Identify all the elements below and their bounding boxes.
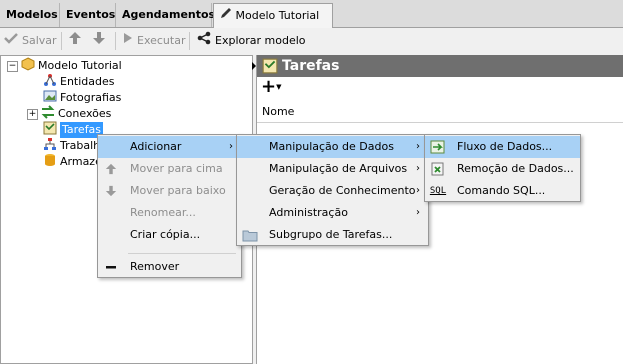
add-task-button[interactable]: +▼ (261, 76, 285, 97)
tab-label: Eventos (66, 8, 116, 21)
tree-item-label: Entidades (60, 75, 115, 88)
arrow-up-icon (103, 161, 119, 177)
menu-item-label: Geração de Conhecimento (269, 184, 416, 197)
tab-label: Agendamentos (122, 8, 216, 21)
menu-item-comando-sql[interactable]: SQL Comando SQL... (425, 180, 580, 202)
tab-label: Modelo Tutorial (235, 9, 320, 22)
menu-item-manipulacao-de-arquivos[interactable]: Manipulação de Arquivos › (237, 158, 428, 180)
menu-item-label: Remoção de Dados... (457, 162, 574, 175)
chevron-right-icon: › (416, 185, 420, 196)
move-up-button[interactable] (68, 31, 82, 51)
save-button[interactable]: Salvar (4, 31, 57, 51)
share-nodes-icon (197, 31, 211, 52)
menu-item-criar-copia[interactable]: Criar cópia... (98, 224, 241, 246)
toolbar-separator (61, 32, 62, 50)
menu-item-manipulacao-de-dados[interactable]: Manipulação de Dados › (237, 136, 428, 158)
chevron-right-icon: › (416, 207, 420, 218)
panel-title: Tarefas (282, 58, 340, 74)
tab-modelo-tutorial[interactable]: Modelo Tutorial ✕ (213, 3, 333, 45)
minus-icon (103, 259, 119, 275)
submenu-manipulacao-de-dados: Fluxo de Dados... Remoção de Dados... SQ… (424, 134, 581, 202)
menu-item-label: Manipulação de Arquivos (269, 162, 408, 175)
database-icon (43, 153, 57, 172)
arrow-down-icon (92, 31, 106, 52)
cube-icon (21, 56, 35, 76)
toolbar-separator (115, 32, 116, 50)
menu-item-adicionar[interactable]: Adicionar › (98, 136, 241, 158)
menu-item-label: Mover para baixo (130, 184, 226, 197)
menu-item-label: Mover para cima (130, 162, 223, 175)
menu-item-label: Fluxo de Dados... (457, 140, 553, 153)
menu-item-remocao-de-dados[interactable]: Remoção de Dados... (425, 158, 580, 180)
tree-item-label: Trabalh (60, 139, 101, 152)
submenu-adicionar: Manipulação de Dados › Manipulação de Ar… (236, 134, 429, 246)
arrow-down-icon (103, 183, 119, 199)
tab-bar: Modelos Eventos Agendamentos Modelo Tuto… (0, 0, 623, 45)
menu-item-label: Adicionar (130, 140, 182, 153)
folder-icon (242, 227, 258, 243)
sql-icon: SQL (429, 186, 447, 196)
collapse-icon[interactable]: − (7, 60, 18, 72)
chevron-down-icon: ▼ (276, 83, 282, 91)
menu-item-mover-para-baixo[interactable]: Mover para baixo (98, 180, 241, 202)
explore-model-button[interactable]: Explorar modelo (197, 31, 306, 51)
tab-label: Modelos (6, 8, 58, 21)
tree-item-conexoes[interactable]: + Conexões (27, 104, 112, 122)
execute-button[interactable]: Executar (123, 31, 186, 51)
menu-item-label: Manipulação de Dados (269, 140, 394, 153)
column-header-nome[interactable]: Nome (257, 101, 623, 123)
menu-item-mover-para-cima[interactable]: Mover para cima (98, 158, 241, 180)
tab-agendamentos[interactable]: Agendamentos (116, 3, 216, 27)
tab-modelos[interactable]: Modelos (0, 3, 60, 27)
expand-icon[interactable]: + (27, 108, 38, 120)
tab-eventos[interactable]: Eventos (60, 3, 116, 27)
column-label: Nome (262, 105, 295, 118)
pencil-icon (220, 4, 232, 27)
chevron-right-icon: › (229, 141, 233, 152)
menu-item-renomear[interactable]: Renomear... (98, 202, 241, 224)
toolbar-separator (189, 32, 190, 50)
delete-data-icon (430, 161, 446, 177)
menu-divider (128, 253, 236, 254)
move-down-button[interactable] (92, 31, 106, 51)
play-icon (123, 31, 133, 51)
tree-item-label: Conexões (58, 107, 112, 120)
chevron-right-icon: › (416, 163, 420, 174)
panel-header: Tarefas (257, 55, 623, 77)
menu-item-remover[interactable]: Remover (98, 256, 241, 278)
save-label: Salvar (22, 34, 57, 47)
plus-icon: + (261, 76, 277, 97)
context-menu: Adicionar › Mover para cima Mover para b… (97, 134, 242, 278)
data-flow-icon (430, 139, 446, 155)
menu-item-label: Comando SQL... (457, 184, 546, 197)
explore-label: Explorar modelo (215, 34, 306, 47)
menu-item-administracao[interactable]: Administração › (237, 202, 428, 224)
chevron-right-icon: › (416, 141, 420, 152)
checkmark-icon (4, 31, 18, 51)
menu-item-subgrupo-de-tarefas[interactable]: Subgrupo de Tarefas... (237, 224, 428, 246)
menu-item-label: Criar cópia... (130, 228, 201, 241)
toolbar: Salvar Executar Explorar modelo (0, 28, 623, 54)
menu-item-fluxo-de-dados[interactable]: Fluxo de Dados... (425, 136, 580, 158)
arrow-up-icon (68, 31, 82, 52)
menu-item-label: Renomear... (130, 206, 196, 219)
execute-label: Executar (137, 34, 186, 47)
menu-item-label: Administração (269, 206, 348, 219)
menu-item-label: Subgrupo de Tarefas... (269, 228, 393, 241)
tree-root[interactable]: − Modelo Tutorial (7, 56, 122, 76)
tree-item-label: Fotografias (60, 91, 122, 104)
menu-item-geracao-de-conhecimento[interactable]: Geração de Conhecimento › (237, 180, 428, 202)
menu-item-label: Remover (130, 260, 180, 273)
